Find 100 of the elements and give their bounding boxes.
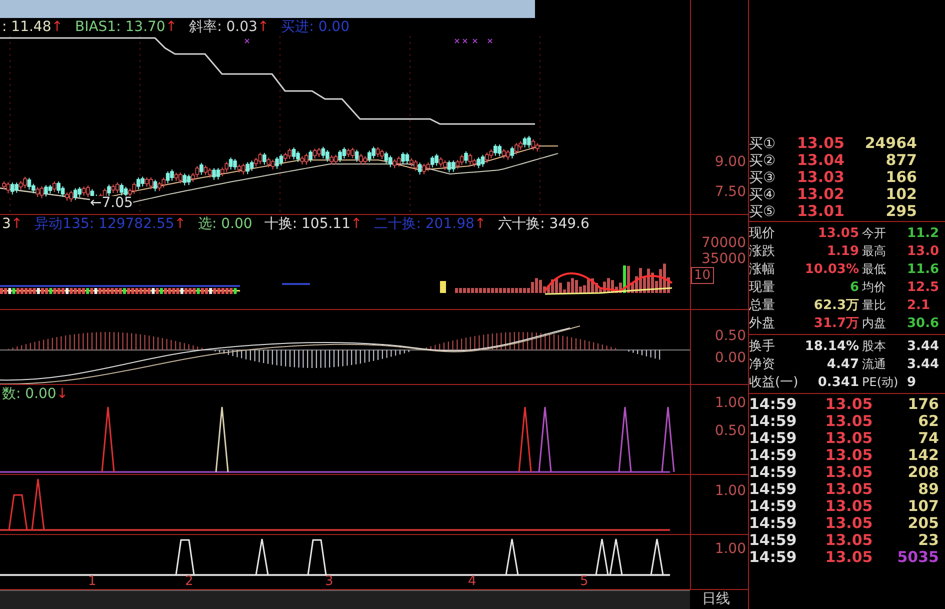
bid-volume: 102 [884, 187, 917, 202]
signal-peaks-drawing [518, 406, 532, 472]
trade-price: 13.05 [824, 550, 874, 565]
trade-time: 14:59 [749, 550, 798, 565]
bid-volume: 295 [884, 204, 917, 219]
date-label: 1 [88, 575, 96, 588]
quote-value: 13.0 [906, 244, 940, 258]
signal-peaks-drawing [609, 538, 623, 576]
axis-label: 9.00 [714, 154, 746, 170]
trade-time: 14:59 [749, 431, 798, 446]
quote-value: 0.341 [816, 376, 859, 388]
date-label: 2 [185, 575, 194, 588]
trade-volume: 205 [906, 516, 939, 531]
quote-value: 30.6 [906, 316, 940, 330]
period-label[interactable]: 日线 [690, 590, 748, 609]
quote-value: 13.05 [816, 226, 859, 240]
trade-time: 14:59 [749, 465, 798, 480]
trade-time: 14:59 [749, 397, 798, 412]
signal-peaks-drawing [307, 539, 327, 576]
axis-label: 1.00 [714, 395, 746, 411]
cross-marker-icon [472, 38, 478, 44]
axis-label: 1.00 [714, 483, 746, 499]
bid-price: 13.05 [797, 136, 846, 151]
trade-price: 13.05 [824, 431, 874, 446]
trade-volume: 107 [906, 499, 939, 514]
quote-value: 1.19 [826, 244, 859, 258]
signal-peaks-drawing [175, 539, 195, 576]
quote-label: 最高 [861, 245, 887, 257]
quote-label: 量比 [861, 299, 887, 311]
quote-label: 内盘 [861, 317, 887, 329]
quote-value: 3.44 [906, 358, 940, 370]
trade-price: 13.05 [824, 397, 874, 412]
quote-label: 收益(一) [749, 376, 800, 388]
bid-volume: 877 [884, 153, 917, 168]
quote-label: PE(动) [861, 376, 900, 388]
quote-value: 2.1 [906, 298, 932, 312]
cross-marker-icon [244, 38, 250, 44]
date-label: 4 [468, 575, 476, 588]
indicator-value: 六十换: 349.6 [498, 216, 590, 231]
quote-value: 6 [848, 280, 859, 294]
indicator-value: 二十换: 201.98↑ [374, 216, 486, 231]
bid-label: 买③ [749, 170, 777, 184]
trade-volume: 62 [917, 414, 939, 429]
axis-label: 0.00 [714, 350, 746, 366]
quote-label: 流通 [861, 358, 887, 370]
indicator-value: 3↑ [2, 216, 23, 231]
bid-volume: 166 [884, 170, 917, 185]
trade-price: 13.05 [824, 414, 874, 429]
signal-peaks-drawing [650, 538, 664, 576]
bid-price: 13.03 [797, 170, 846, 185]
low-price-label: ←7.05 [90, 196, 133, 210]
quote-value: 62.3万 [812, 298, 859, 312]
trade-time: 14:59 [749, 482, 798, 497]
quote-label: 现量 [749, 280, 776, 294]
trade-time: 14:59 [749, 499, 798, 514]
cross-marker-icon [488, 38, 492, 44]
axis-label: 0.50 [714, 328, 746, 344]
quote-label: 涨幅 [749, 262, 776, 276]
quote-label: 股本 [861, 340, 887, 352]
indicator-value: 斜率: 0.03↑ [189, 20, 270, 34]
trade-volume: 176 [906, 397, 939, 412]
signal-peaks-drawing [595, 538, 609, 576]
quote-value: 11.6 [906, 262, 940, 276]
indicator-value: 选: 0.00 [198, 216, 252, 231]
trade-volume: 74 [917, 431, 939, 446]
trade-volume: 23 [917, 533, 939, 548]
trade-time: 14:59 [749, 414, 798, 429]
quote-value: 4.47 [826, 358, 859, 370]
bid-price: 13.01 [797, 204, 846, 219]
signal-peaks-drawing [618, 406, 632, 472]
indicator-value: : 11.48↑ [2, 20, 63, 34]
indicator-value: BIAS1: 13.70↑ [74, 20, 178, 34]
bid-label: 买④ [749, 188, 777, 202]
trade-volume: 142 [906, 448, 939, 463]
volume-bar [440, 280, 446, 293]
quote-label: 最低 [861, 263, 887, 275]
trade-volume: 89 [917, 482, 939, 497]
axis-label: 7.50 [714, 184, 746, 200]
quote-label: 均价 [861, 281, 887, 293]
trade-time: 14:59 [749, 448, 798, 463]
date-label: 5 [580, 575, 588, 588]
axis-label: 0.50 [714, 423, 746, 439]
indicator-value: 买进: 0.00 [281, 20, 350, 34]
axis-label: 1.00 [714, 541, 746, 557]
bid-price: 13.04 [797, 153, 846, 168]
trade-volume: 5035 [896, 550, 939, 565]
signal-peaks-drawing [215, 406, 229, 472]
indicator-value: 十换: 105.11↑ [264, 216, 362, 231]
trade-price: 13.05 [824, 499, 874, 514]
bid-volume: 24964 [864, 136, 917, 151]
cross-marker-icon [462, 38, 468, 44]
trade-volume: 208 [906, 465, 939, 480]
trade-price: 13.05 [824, 482, 874, 497]
trade-time: 14:59 [749, 533, 798, 548]
bid-label: 买⑤ [749, 204, 777, 218]
quote-label: 总量 [749, 298, 776, 312]
trade-price: 13.05 [824, 533, 874, 548]
trade-price: 13.05 [824, 516, 874, 531]
axis-label: 10 [691, 267, 714, 284]
quote-label: 现价 [749, 226, 776, 240]
